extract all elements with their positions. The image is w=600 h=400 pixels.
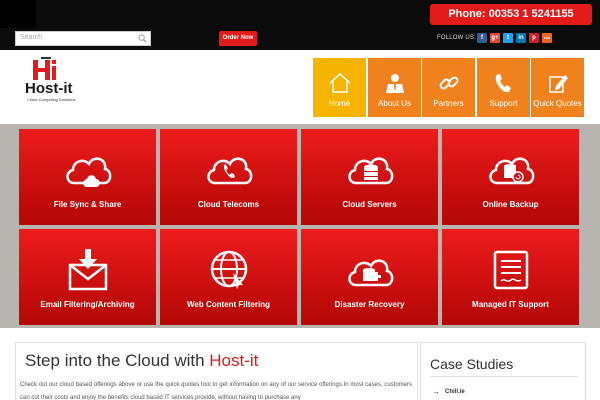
service-label: Managed IT Support	[472, 300, 549, 309]
cloud-server-icon	[348, 157, 394, 185]
service-tile-web-content-filtering[interactable]: Web Content Filtering	[160, 229, 297, 325]
nav-label: Home	[328, 99, 351, 108]
nav-item-quick-quotes[interactable]: Quick Quotes	[531, 58, 584, 117]
intro-paragraph: Check out our cloud based offerings abov…	[20, 382, 412, 400]
service-tile-cloud-telecoms[interactable]: Cloud Telecoms	[160, 129, 297, 225]
link-icon	[439, 76, 459, 90]
service-label: Online Backup	[482, 200, 539, 209]
service-tile-file-sync[interactable]: File Sync & Share	[19, 129, 156, 225]
nav-label: Quick Quotes	[533, 99, 582, 108]
nav-label: About Us	[378, 99, 411, 108]
case-studies-title: Case Studies	[430, 356, 514, 372]
intro-heading-prefix: Step into the Cloud with	[25, 351, 210, 370]
follow-us-label: FOLLOW US:	[437, 35, 477, 41]
nav-item-about-us[interactable]: About Us	[368, 58, 421, 117]
cloud-phone-icon	[207, 157, 253, 185]
phone-number-button[interactable]: Phone: 00353 1 5241155	[430, 4, 592, 25]
top-bar-edge	[0, 0, 36, 28]
arrow-right-icon: →	[432, 387, 440, 396]
service-label: File Sync & Share	[53, 200, 122, 209]
facebook-icon[interactable]: f	[477, 33, 487, 43]
nav-label: Support	[489, 99, 518, 108]
divider	[430, 376, 578, 377]
logo-name: Host-it	[25, 80, 73, 97]
service-tile-online-backup[interactable]: Online Backup	[442, 129, 579, 225]
twitter-icon[interactable]: t	[503, 33, 513, 43]
rss-icon[interactable]: rss	[542, 33, 552, 43]
case-study-link[interactable]: Chill.ie	[445, 389, 465, 395]
service-label: Cloud Servers	[342, 200, 397, 209]
service-label: Cloud Telecoms	[197, 200, 260, 209]
logo-tagline: Cloud Computing Solutions	[27, 97, 76, 102]
cloud-backup-icon	[489, 157, 535, 185]
intro-heading-accent: Host-it	[209, 351, 259, 370]
service-tile-cloud-servers[interactable]: Cloud Servers	[301, 129, 438, 225]
site-logo[interactable]: Host-it Cloud Computing Solutions	[25, 57, 103, 103]
edit-icon	[549, 75, 568, 93]
service-label: Email Filtering/Archiving	[40, 300, 135, 309]
order-now-button[interactable]: Order Now	[219, 31, 257, 46]
google-plus-icon[interactable]: g+	[490, 33, 500, 43]
nav-item-support[interactable]: Support	[477, 58, 530, 117]
globe-icon	[210, 250, 248, 289]
linkedin-icon[interactable]: in	[516, 33, 526, 43]
service-tile-managed-it-support[interactable]: Managed IT Support	[442, 229, 579, 325]
search-input[interactable]: Search	[15, 31, 151, 46]
nav-item-home[interactable]: Home	[313, 58, 366, 117]
nav-label: Partners	[433, 99, 464, 108]
nav-item-partners[interactable]: Partners	[422, 58, 475, 117]
search-placeholder: Search	[20, 34, 43, 41]
service-tile-email-filtering[interactable]: Email Filtering/Archiving	[19, 229, 156, 325]
search-icon[interactable]	[138, 34, 147, 43]
cloud-recovery-icon	[348, 259, 394, 287]
intro-heading: Step into the Cloud with Host-it	[25, 351, 258, 371]
service-tile-disaster-recovery[interactable]: Disaster Recovery	[301, 229, 438, 325]
pinterest-icon[interactable]: p	[529, 33, 539, 43]
document-icon	[493, 250, 529, 290]
cloud-sync-icon	[66, 157, 112, 187]
service-label: Disaster Recovery	[334, 300, 405, 309]
phone-icon	[495, 74, 511, 93]
email-download-icon	[68, 249, 108, 291]
person-icon	[386, 74, 404, 93]
house-icon	[329, 72, 351, 93]
service-label: Web Content Filtering	[187, 300, 270, 309]
